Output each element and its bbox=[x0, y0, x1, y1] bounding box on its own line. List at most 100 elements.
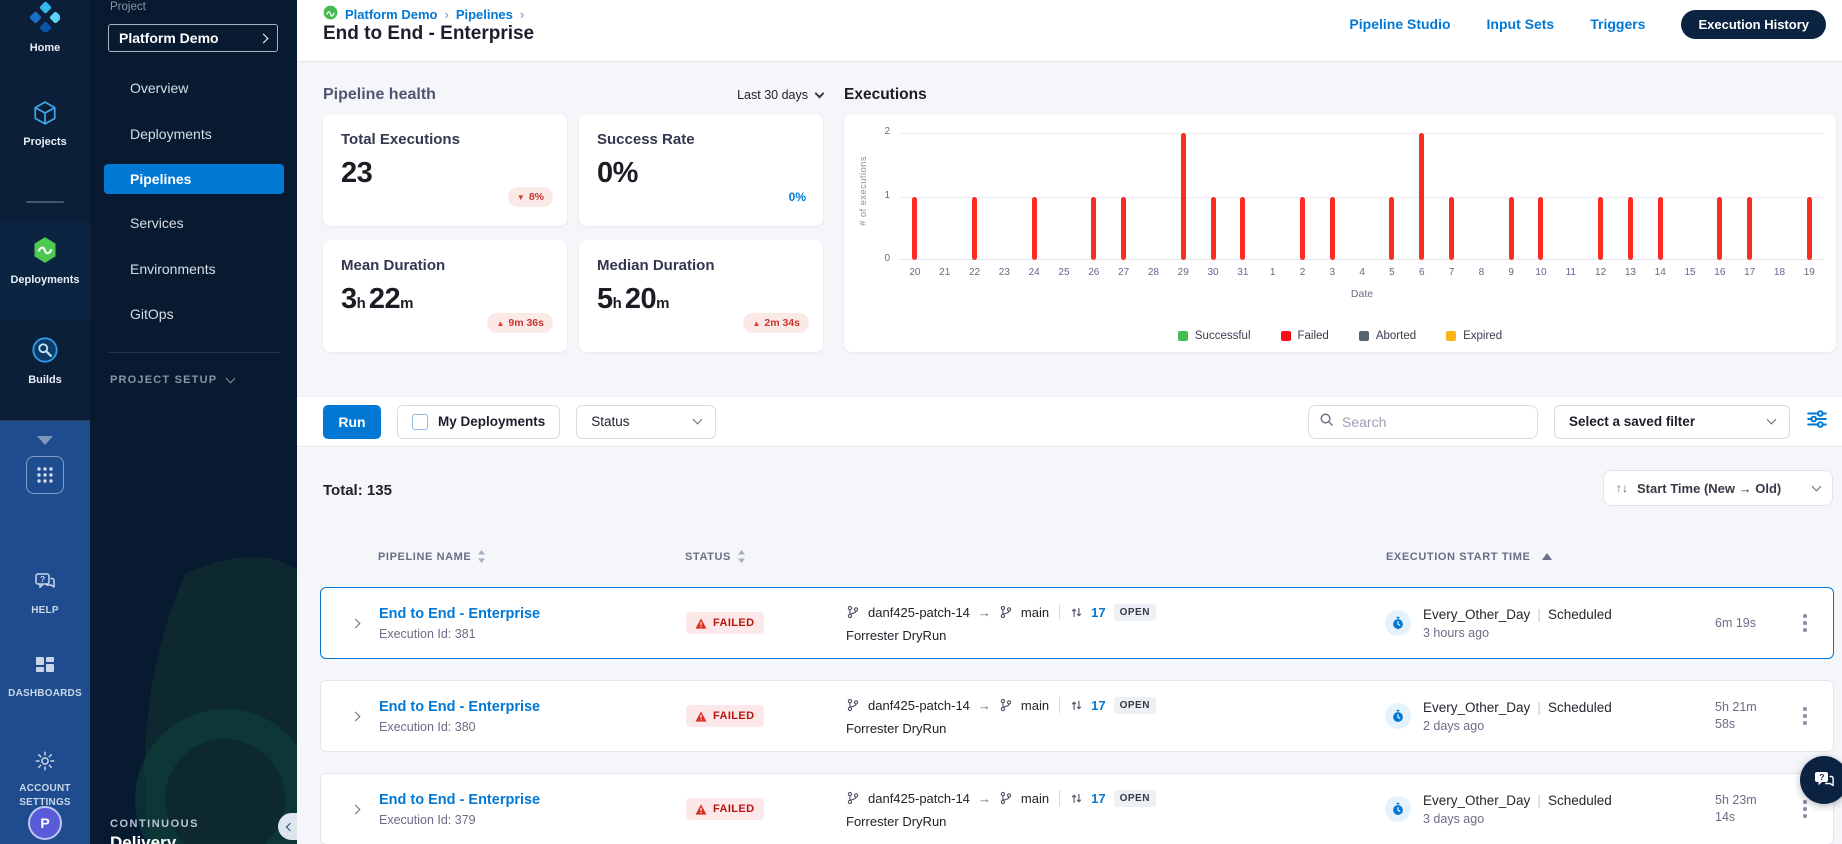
nav-item-pipelines-active[interactable]: Pipelines bbox=[104, 164, 284, 194]
source-branch[interactable]: danf425-patch-14 bbox=[868, 791, 970, 806]
chevron-down-icon bbox=[814, 88, 825, 98]
user-avatar[interactable]: P bbox=[0, 806, 90, 840]
project-selector[interactable]: Platform Demo bbox=[108, 24, 278, 52]
row-expand-button[interactable] bbox=[331, 711, 379, 721]
help-fab-button[interactable]: ? bbox=[1800, 756, 1842, 804]
nav-item-overview[interactable]: Overview bbox=[130, 80, 188, 96]
pr-number-link[interactable]: 17 bbox=[1091, 791, 1105, 806]
chevron-down-icon bbox=[37, 436, 53, 445]
nav-item-services[interactable]: Services bbox=[130, 215, 184, 231]
target-branch[interactable]: main bbox=[1021, 698, 1049, 713]
table-row[interactable]: End to End - Enterprise Execution Id: 38… bbox=[320, 587, 1834, 659]
sidebar-item-label: HELP bbox=[31, 605, 59, 616]
sort-both-icon bbox=[478, 550, 486, 563]
my-deployments-toggle[interactable]: My Deployments bbox=[397, 404, 561, 439]
target-branch[interactable]: main bbox=[1021, 605, 1049, 620]
pipeline-name-link[interactable]: End to End - Enterprise bbox=[379, 792, 686, 808]
execution-id: Execution Id: 380 bbox=[379, 719, 476, 734]
pr-number-link[interactable]: 17 bbox=[1091, 698, 1105, 713]
column-label: EXECUTION START TIME bbox=[1386, 550, 1531, 563]
nav-item-gitops[interactable]: GitOps bbox=[130, 306, 174, 322]
page-title: End to End - Enterprise bbox=[323, 23, 535, 44]
filter-bar: Run My Deployments Status Search Select … bbox=[297, 396, 1842, 447]
app-window: Home Projects Deployments Builds ? HELP … bbox=[0, 0, 1842, 844]
execution-list: End to End - Enterprise Execution Id: 38… bbox=[320, 587, 1834, 844]
bar-slot bbox=[1705, 133, 1735, 260]
scheduled-trigger-icon bbox=[1385, 703, 1411, 729]
column-header-pipeline-name[interactable]: PIPELINE NAME bbox=[378, 550, 685, 563]
target-branch[interactable]: main bbox=[1021, 791, 1049, 806]
table-row[interactable]: End to End - Enterprise Execution Id: 37… bbox=[320, 773, 1834, 844]
column-header-execution-start-time[interactable]: EXECUTION START TIME bbox=[1386, 551, 1716, 563]
column-label: PIPELINE NAME bbox=[378, 550, 472, 563]
sidebar-collapse-chevron[interactable] bbox=[0, 436, 90, 445]
pipeline-green-icon bbox=[323, 5, 338, 23]
pr-state-badge: OPEN bbox=[1113, 603, 1156, 621]
metric-value: 20 bbox=[624, 283, 657, 315]
sort-dropdown[interactable]: ↑↓ Start Time (New → Old) bbox=[1603, 470, 1833, 506]
metric-value: 0 bbox=[597, 157, 613, 189]
sidebar-item-dashboards[interactable]: DASHBOARDS bbox=[0, 655, 90, 701]
pr-number-link[interactable]: 17 bbox=[1091, 605, 1105, 620]
bar-slot bbox=[960, 133, 990, 260]
search-input[interactable] bbox=[1342, 413, 1527, 430]
trigger-name: Forrester DryRun bbox=[846, 720, 947, 736]
row-menu-button[interactable] bbox=[1787, 706, 1823, 727]
delta-badge: ▼ 8% bbox=[507, 187, 553, 207]
status-dropdown[interactable]: Status bbox=[576, 404, 717, 439]
legend-swatch bbox=[1446, 331, 1457, 341]
module-switcher-button[interactable] bbox=[0, 456, 90, 494]
legend-label: Aborted bbox=[1375, 330, 1417, 342]
filter-sliders-button[interactable] bbox=[1806, 409, 1828, 434]
sort-arrows-icon: ↑↓ bbox=[1616, 481, 1628, 495]
source-branch[interactable]: danf425-patch-14 bbox=[868, 698, 970, 713]
tab-input-sets[interactable]: Input Sets bbox=[1487, 16, 1555, 32]
x-tick-label: 7 bbox=[1448, 267, 1455, 278]
projects-cube-icon bbox=[32, 100, 58, 131]
column-header-status[interactable]: STATUS bbox=[685, 550, 845, 563]
metric-value: 22 bbox=[368, 283, 401, 315]
tab-execution-history-active[interactable]: Execution History bbox=[1681, 9, 1826, 39]
failed-bar bbox=[1419, 133, 1425, 260]
pipeline-name-link[interactable]: End to End - Enterprise bbox=[379, 606, 686, 622]
source-branch[interactable]: danf425-patch-14 bbox=[868, 605, 970, 620]
my-deployments-checkbox[interactable] bbox=[412, 413, 428, 430]
bar-slot bbox=[1198, 133, 1228, 260]
nav-item-deployments[interactable]: Deployments bbox=[130, 126, 212, 142]
failed-bar bbox=[1657, 196, 1663, 260]
failed-bar bbox=[972, 196, 978, 260]
git-branch-icon bbox=[1000, 605, 1012, 619]
breadcrumb-pipelines-link[interactable]: Pipelines bbox=[456, 7, 513, 22]
x-tick-label: 8 bbox=[1478, 267, 1485, 278]
nav-item-environments[interactable]: Environments bbox=[130, 261, 216, 277]
table-row[interactable]: End to End - Enterprise Execution Id: 38… bbox=[320, 680, 1834, 752]
sidebar-item-deployments[interactable]: Deployments bbox=[0, 236, 90, 286]
row-expand-button[interactable] bbox=[331, 804, 379, 814]
row-expand-button[interactable] bbox=[331, 618, 379, 628]
failed-bar bbox=[1389, 196, 1395, 260]
sidebar-item-label: DASHBOARDS bbox=[8, 688, 82, 699]
row-menu-button[interactable] bbox=[1787, 613, 1823, 634]
legend-item-failed: Failed bbox=[1280, 330, 1329, 342]
sidebar-item-projects[interactable]: Projects bbox=[0, 100, 90, 148]
divider bbox=[1059, 790, 1061, 806]
tab-pipeline-studio[interactable]: Pipeline Studio bbox=[1349, 16, 1450, 32]
pipeline-name-link[interactable]: End to End - Enterprise bbox=[379, 699, 686, 715]
search-field[interactable] bbox=[1308, 404, 1538, 439]
metric-unit: m bbox=[400, 295, 414, 312]
saved-filter-dropdown[interactable]: Select a saved filter bbox=[1554, 404, 1790, 439]
tab-triggers[interactable]: Triggers bbox=[1590, 16, 1645, 32]
x-tick-label: 28 bbox=[1147, 267, 1159, 278]
run-button[interactable]: Run bbox=[323, 404, 381, 439]
sort-both-icon bbox=[737, 550, 745, 563]
sidebar-item-home[interactable]: Home bbox=[0, 1, 90, 54]
date-range-dropdown[interactable]: Last 30 days bbox=[737, 88, 825, 102]
sidebar-item-help[interactable]: ? HELP bbox=[0, 570, 90, 618]
project-setup-toggle[interactable]: PROJECT SETUP bbox=[110, 373, 236, 386]
sidebar-item-builds[interactable]: Builds bbox=[0, 336, 90, 386]
breadcrumb-project-link[interactable]: Platform Demo bbox=[345, 7, 437, 22]
dashboards-tiles-icon bbox=[34, 655, 56, 682]
duration: 5h 21m 58s bbox=[1715, 699, 1787, 733]
sidebar-item-account-settings[interactable]: ACCOUNT SETTINGS bbox=[0, 750, 90, 810]
pipeline-tabs: Pipeline Studio Input Sets Triggers Exec… bbox=[1349, 9, 1826, 39]
